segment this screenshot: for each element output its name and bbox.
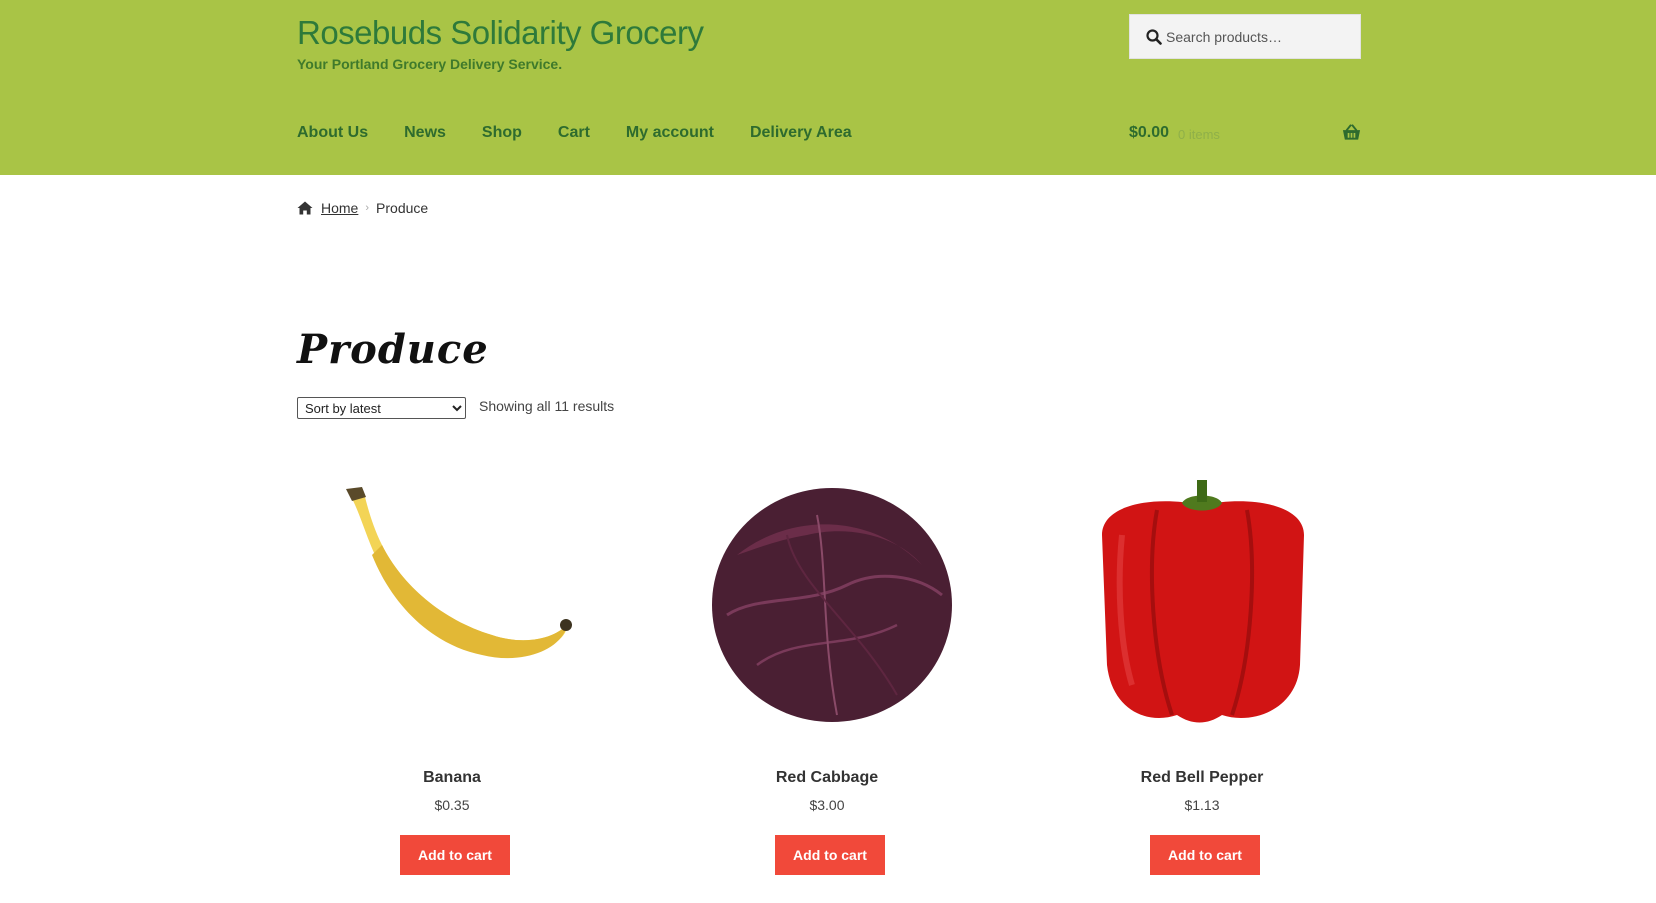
site-title[interactable]: Rosebuds Solidarity Grocery (297, 14, 704, 52)
product-name[interactable]: Red Cabbage (697, 769, 957, 787)
nav-my-account[interactable]: My account (626, 124, 714, 142)
breadcrumb: Home › Produce (297, 200, 428, 216)
add-to-cart-button[interactable]: Add to cart (400, 835, 510, 875)
product-price: $1.13 (1184, 797, 1220, 813)
red-bell-pepper-image[interactable] (1072, 475, 1332, 735)
nav-delivery-area[interactable]: Delivery Area (750, 124, 852, 142)
nav-shop[interactable]: Shop (482, 124, 522, 142)
banana-image[interactable] (322, 475, 582, 735)
site-header: Rosebuds Solidarity Grocery Your Portlan… (0, 0, 1656, 175)
product-name[interactable]: Banana (322, 769, 582, 787)
search-icon (1146, 29, 1162, 45)
basket-icon (1342, 124, 1361, 140)
cart-item-count: 0 items (1178, 127, 1220, 142)
nav-news[interactable]: News (404, 124, 446, 142)
add-to-cart-button[interactable]: Add to cart (1150, 835, 1260, 875)
product-card: Banana $0.35 Add to cart (322, 475, 582, 875)
search-input[interactable] (1166, 21, 1352, 53)
product-name[interactable]: Red Bell Pepper (1072, 769, 1332, 787)
breadcrumb-home-link[interactable]: Home (321, 200, 358, 216)
nav-cart[interactable]: Cart (558, 124, 590, 142)
cart-amount: $0.00 (1129, 124, 1170, 141)
page-title: Produce (297, 326, 489, 373)
sort-select[interactable]: Sort by latest (297, 397, 466, 419)
add-to-cart-button[interactable]: Add to cart (775, 835, 885, 875)
red-cabbage-image[interactable] (697, 475, 957, 735)
breadcrumb-current: Produce (376, 200, 429, 216)
product-price: $3.00 (809, 797, 845, 813)
breadcrumb-separator: › (365, 202, 370, 214)
primary-nav: About Us News Shop Cart My account Deliv… (297, 124, 888, 142)
home-icon (297, 201, 313, 215)
site-tagline: Your Portland Grocery Delivery Service. (297, 56, 563, 72)
nav-about-us[interactable]: About Us (297, 124, 368, 142)
product-card: Red Bell Pepper $1.13 Add to cart (1072, 475, 1332, 875)
product-search (1129, 14, 1361, 59)
product-card: Red Cabbage $3.00 Add to cart (697, 475, 957, 875)
result-count: Showing all 11 results (479, 398, 615, 414)
product-price: $0.35 (434, 797, 470, 813)
header-cart[interactable]: $0.00 0 items (1129, 124, 1361, 148)
